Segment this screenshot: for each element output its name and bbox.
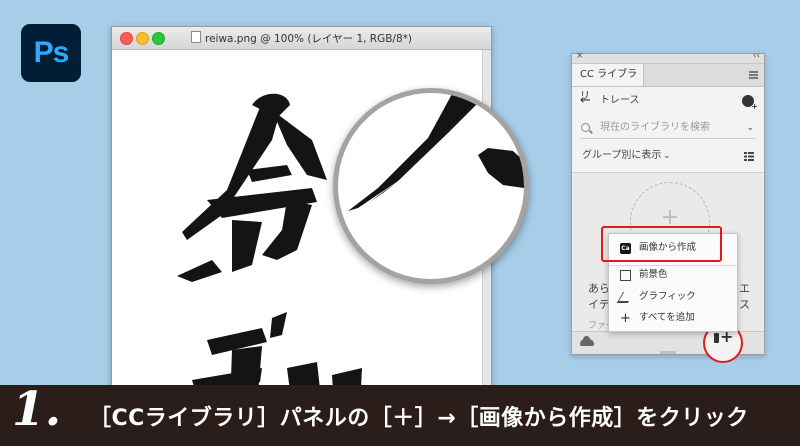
- group-by-dropdown[interactable]: グループ別に表示: [582, 146, 661, 166]
- square-icon: [620, 270, 631, 281]
- zoomed-stroke-detail: [348, 93, 524, 211]
- step-number: 1.: [12, 382, 62, 437]
- photoshop-logo: Ps: [21, 24, 81, 82]
- invite-user-icon[interactable]: [742, 95, 758, 111]
- library-search-row[interactable]: 現在のライブラリを検索 ⌄: [580, 118, 756, 139]
- list-view-icon[interactable]: [744, 152, 754, 161]
- panel-body-text: イテ: [588, 298, 610, 311]
- library-name: トレース: [600, 95, 640, 106]
- panel-body-text: ス: [739, 298, 750, 311]
- panel-body-text: あら: [588, 282, 610, 295]
- dropdown-chevron-icon[interactable]: ⌄: [663, 146, 671, 166]
- document-title: reiwa.png @ 100% (レイヤー 1, RGB/8*): [112, 31, 491, 46]
- menu-item-label: 前景色: [639, 269, 668, 280]
- cloud-sync-icon[interactable]: [580, 336, 594, 346]
- highlight-box: [601, 226, 722, 262]
- brush-icon: [616, 292, 635, 303]
- menu-item-add-all[interactable]: + すべてを追加: [609, 308, 737, 328]
- group-view-row: グループ別に表示 ⌄: [580, 146, 756, 166]
- tab-cc-libraries[interactable]: CC ライブラリ: [572, 64, 644, 102]
- search-icon: [581, 123, 590, 132]
- menu-item-label: すべてを追加: [639, 312, 695, 323]
- panel-close-icon[interactable]: ×: [576, 51, 584, 61]
- plus-icon: +: [620, 311, 631, 326]
- panel-collapse-icon[interactable]: ‹‹: [753, 51, 760, 61]
- document-titlebar: reiwa.png @ 100% (レイヤー 1, RGB/8*): [112, 27, 491, 50]
- document-title-text: reiwa.png @ 100% (レイヤー 1, RGB/8*): [204, 33, 412, 45]
- library-header-row: ← トレース: [580, 91, 758, 111]
- step-instruction: ［CCライブラリ］パネルの［＋］→［画像から作成］をクリック: [89, 406, 749, 431]
- file-icon: [190, 31, 201, 43]
- chevron-down-icon[interactable]: ⌄: [746, 118, 754, 138]
- resize-handle[interactable]: [660, 351, 676, 354]
- back-arrow-icon[interactable]: ←: [580, 91, 591, 111]
- photoshop-logo-text: Ps: [33, 36, 70, 69]
- panel-tabrow: CC ライブラリ: [572, 64, 764, 102]
- search-input[interactable]: 現在のライブラリを検索: [600, 118, 710, 138]
- caption-bar: 1. ［CCライブラリ］パネルの［＋］→［画像から作成］をクリック: [0, 382, 800, 446]
- panel-menu-icon[interactable]: [749, 71, 758, 79]
- panel-body-text: エ: [739, 282, 750, 295]
- menu-item-graphic[interactable]: グラフィック: [609, 287, 737, 307]
- menu-item-label: グラフィック: [639, 291, 696, 302]
- library-swatch-icon: [714, 333, 719, 343]
- panel-topbar: × ‹‹: [572, 51, 764, 64]
- menu-item-foreground-color[interactable]: 前景色: [609, 265, 737, 285]
- zoom-magnifier: [333, 88, 529, 284]
